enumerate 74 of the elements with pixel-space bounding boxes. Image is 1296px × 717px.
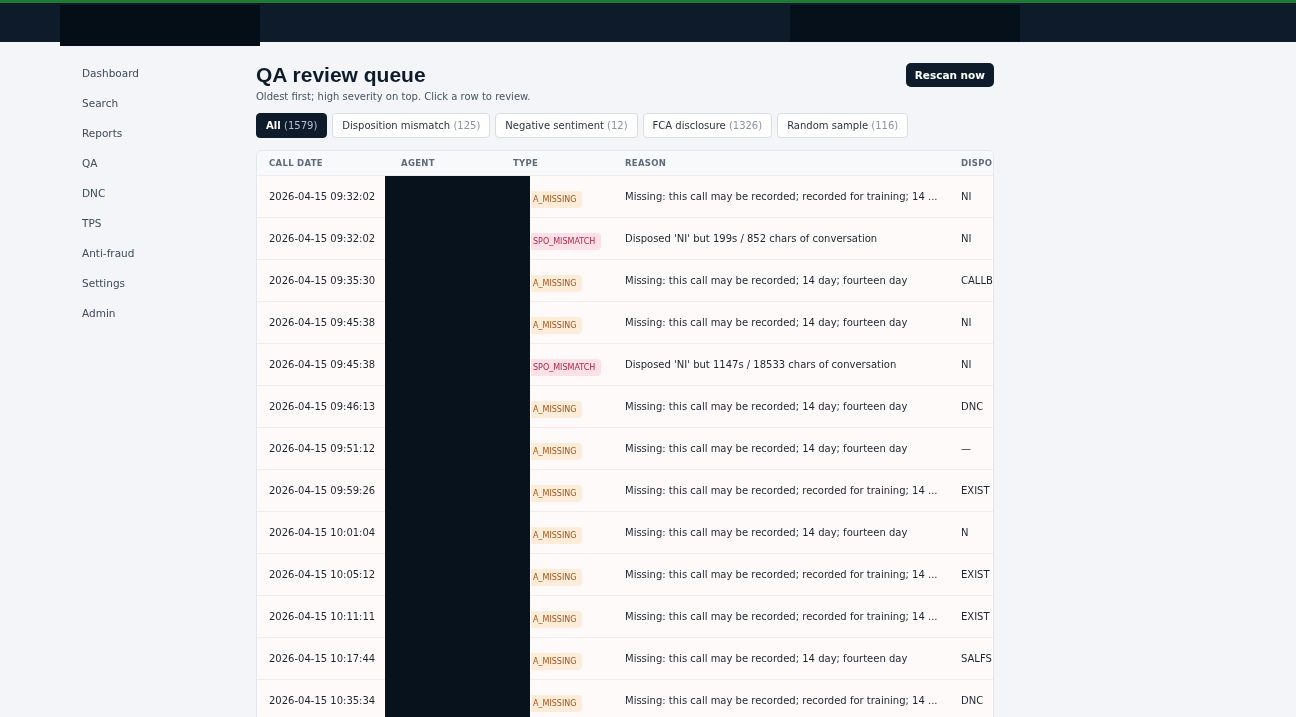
- filter-chip[interactable]: Disposition mismatch (125): [332, 113, 491, 138]
- table-cell-text: 2026-04-15 09:59:26: [268, 485, 377, 496]
- type-badge: SPO_MISMATCH: [531, 233, 602, 250]
- column-header: TYPE: [512, 158, 540, 168]
- type-badge: A_MISSING: [531, 275, 583, 292]
- table-cell-text: Missing: this call may be recorded; 14 day; fourteen day: [624, 443, 909, 454]
- type-badge: A_MISSING: [531, 485, 583, 502]
- sidebar-item[interactable]: Anti-fraud: [82, 244, 256, 274]
- table-cell-text: 2026-04-15 10:01:04: [268, 527, 377, 538]
- type-badge: A_MISSING: [531, 401, 583, 418]
- table-cell-text: 2026-04-15 10:35:34: [268, 695, 377, 706]
- sidebar-item[interactable]: QA: [82, 154, 256, 184]
- table-cell-text: NI: [960, 191, 973, 202]
- sidebar-item[interactable]: Search: [82, 94, 256, 124]
- type-badge: A_MISSING: [531, 443, 583, 460]
- table-cell-text: Missing: this call may be recorded; recorded for training; 14 ...: [624, 191, 939, 202]
- filter-chip[interactable]: Negative sentiment (12): [495, 113, 638, 138]
- table-cell-text: 2026-04-15 09:45:38: [268, 317, 377, 328]
- table-cell-text: EXIST: [960, 485, 991, 496]
- table-cell-text: Missing: this call may be recorded; recorded for training; 14 ...: [624, 485, 939, 496]
- table-cell-text: Missing: this call may be recorded; 14 day; fourteen day: [624, 275, 909, 286]
- table-cell-text: N: [960, 527, 970, 538]
- table-cell-text: 2026-04-15 09:32:02: [268, 233, 377, 244]
- table-cell-text: 2026-04-15 10:05:12: [268, 569, 377, 580]
- table-cell-text: DNC: [960, 695, 985, 706]
- table-cell-text: Disposed 'NI' but 199s / 852 chars of conversation: [624, 233, 879, 244]
- table-cell-text: 2026-04-15 09:45:38: [268, 359, 377, 370]
- table-cell-text: DNC: [960, 401, 985, 412]
- page-title: QA review queue: [256, 62, 427, 88]
- table-cell-text: 2026-04-15 10:17:44: [268, 653, 377, 664]
- table-cell-text: CALLB: [960, 275, 993, 286]
- table-cell-text: Missing: this call may be recorded; 14 day; fourteen day: [624, 653, 909, 664]
- sidebar-item[interactable]: TPS: [82, 214, 256, 244]
- sidebar-item[interactable]: Admin: [82, 304, 256, 334]
- sidebar-item[interactable]: Settings: [82, 274, 256, 304]
- column-header: REASON: [624, 158, 668, 168]
- table-cell-text: NI: [960, 233, 973, 244]
- sidebar-item[interactable]: Reports: [82, 124, 256, 154]
- type-badge: A_MISSING: [531, 611, 583, 628]
- rescan-button[interactable]: Rescan now: [905, 63, 994, 87]
- column-header: AGENT: [400, 158, 436, 168]
- filter-chip[interactable]: All (1579): [256, 113, 328, 138]
- table-cell-text: 2026-04-15 09:32:02: [268, 191, 377, 202]
- table-cell-text: 2026-04-15 10:11:11: [268, 611, 377, 622]
- table-cell-text: EXIST: [960, 611, 991, 622]
- sidebar-item[interactable]: Dashboard: [82, 64, 256, 94]
- type-badge: A_MISSING: [531, 569, 583, 586]
- table-cell-text: —: [960, 443, 972, 454]
- column-header: DISPO: [960, 158, 993, 168]
- table-cell-text: Missing: this call may be recorded; 14 day; fourteen day: [624, 527, 909, 538]
- type-badge: A_MISSING: [531, 317, 583, 334]
- table-cell-text: NI: [960, 359, 973, 370]
- table-cell-text: Missing: this call may be recorded; 14 day; fourteen day: [624, 317, 909, 328]
- table-cell-text: Disposed 'NI' but 1147s / 18533 chars of conversation: [624, 359, 898, 370]
- sidebar-item[interactable]: DNC: [82, 184, 256, 214]
- table-cell-text: 2026-04-15 09:46:13: [268, 401, 377, 412]
- table-cell-text: 2026-04-15 09:35:30: [268, 275, 377, 286]
- type-badge: SPO_MISMATCH: [531, 359, 602, 376]
- table-cell-text: SALFS: [960, 653, 993, 664]
- table-cell-text: Missing: this call may be recorded; 14 day; fourteen day: [624, 401, 909, 412]
- type-badge: A_MISSING: [531, 653, 583, 670]
- page-subtitle: Oldest first; high severity on top. Click a row to review.: [256, 91, 531, 102]
- table-cell-text: EXIST: [960, 569, 991, 580]
- type-badge: A_MISSING: [531, 527, 583, 544]
- filter-chip[interactable]: Random sample (116): [777, 113, 909, 138]
- table-cell-text: Missing: this call may be recorded; recorded for training; 14 ...: [624, 611, 939, 622]
- table-cell-text: NI: [960, 317, 973, 328]
- table-cell-text: Missing: this call may be recorded; recorded for training; 14 ...: [624, 695, 939, 706]
- type-badge: A_MISSING: [531, 695, 583, 712]
- table-cell-text: 2026-04-15 09:51:12: [268, 443, 377, 454]
- table-cell-text: Missing: this call may be recorded; recorded for training; 14 ...: [624, 569, 939, 580]
- column-header: CALL DATE: [268, 158, 324, 168]
- type-badge: A_MISSING: [531, 191, 583, 208]
- filter-chip[interactable]: FCA disclosure (1326): [642, 113, 773, 138]
